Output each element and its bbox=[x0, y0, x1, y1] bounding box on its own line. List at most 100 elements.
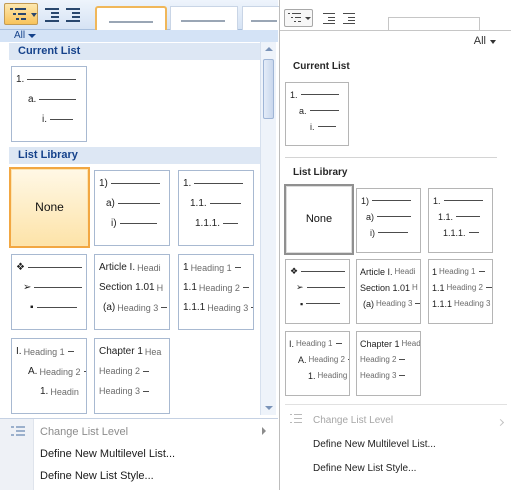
heading-style-label: Headin bbox=[50, 386, 79, 397]
list-style-none-tile[interactable]: None bbox=[284, 184, 354, 255]
list-style-tile[interactable]: 1 Heading 1 1.1 Heading 2 1.1.1 Heading 3 bbox=[178, 254, 254, 330]
filter-bar: All bbox=[0, 30, 278, 42]
tile-row: a. bbox=[28, 94, 77, 105]
increase-indent-icon bbox=[66, 8, 82, 22]
tile-row: i. bbox=[42, 114, 73, 125]
tile-row: 1. Heading bbox=[308, 370, 347, 381]
menu-item-define-list-style[interactable]: Define New List Style... bbox=[313, 463, 416, 474]
placeholder-line bbox=[36, 307, 78, 308]
heading-style-label: Heading 2 bbox=[446, 283, 483, 293]
placeholder-line bbox=[119, 223, 157, 224]
multilevel-list-button[interactable] bbox=[284, 9, 313, 27]
placeholder-line bbox=[194, 183, 244, 184]
placeholder-line bbox=[309, 110, 339, 112]
tile-row: A. Heading 2 bbox=[28, 366, 86, 377]
level-number: 1 bbox=[432, 266, 438, 277]
level-number: a. bbox=[299, 105, 307, 116]
placeholder-line bbox=[234, 267, 241, 268]
tile-row: Heading 2 bbox=[99, 366, 150, 377]
level-number: Article I. bbox=[99, 262, 136, 273]
list-style-tile[interactable]: 1. a. i. bbox=[11, 66, 87, 142]
menu-item-define-multilevel-list[interactable]: Define New Multilevel List... bbox=[40, 448, 175, 460]
list-style-tile[interactable]: I. Heading 1 A. Heading 2 1. Headin bbox=[11, 338, 87, 414]
decrease-indent-button[interactable] bbox=[42, 3, 62, 25]
scroll-up-icon[interactable] bbox=[265, 47, 273, 51]
menu-item-change-list-level[interactable]: Change List Level bbox=[313, 415, 393, 426]
scroll-down-icon[interactable] bbox=[265, 406, 273, 410]
tile-row: a) bbox=[366, 211, 412, 222]
tile-row: Section 1.01 H bbox=[360, 282, 418, 293]
list-style-tile[interactable]: Article I. Headi Section 1.01 H (a) Heading 3 bbox=[356, 259, 421, 324]
list-style-tile[interactable]: 1. 1.1. 1.1.1. bbox=[178, 170, 254, 246]
menu-item-define-multilevel-list[interactable]: Define New Multilevel List... bbox=[313, 439, 436, 450]
level-number: ❖ bbox=[16, 262, 25, 273]
filter-dropdown[interactable]: All bbox=[474, 35, 497, 47]
tile-row: 1 Heading 1 bbox=[183, 262, 241, 273]
list-commands-menu: Change List Level Define New Multilevel … bbox=[0, 418, 278, 490]
tile-row: 1.1.1. bbox=[195, 218, 239, 229]
tile-row: (a) Heading 3 bbox=[363, 298, 420, 309]
scrollbar-thumb[interactable] bbox=[263, 59, 274, 119]
increase-indent-button[interactable] bbox=[340, 9, 358, 27]
tile-row: ➢ bbox=[296, 282, 345, 293]
list-style-none-tile[interactable]: None bbox=[9, 167, 90, 248]
heading-style-label: H bbox=[412, 283, 418, 293]
tile-row: ❖ bbox=[290, 266, 346, 277]
tile-row: 1. bbox=[290, 89, 339, 100]
tile-row: 1.1. bbox=[438, 211, 481, 222]
tile-row: a) bbox=[106, 198, 160, 209]
styles-gallery-item[interactable] bbox=[242, 6, 282, 30]
heading-style-label: H bbox=[156, 282, 164, 293]
list-style-tile[interactable]: 1) a) i) bbox=[94, 170, 170, 246]
heading-style-label: Headi bbox=[394, 267, 416, 277]
tile-row: i) bbox=[370, 227, 409, 238]
tile-row: 1. bbox=[433, 195, 483, 206]
list-style-tile[interactable]: 1) a) i) bbox=[356, 188, 421, 253]
list-style-tile[interactable]: Chapter 1 Hea Heading 2 Heading 3 bbox=[94, 338, 170, 414]
decrease-indent-icon bbox=[45, 8, 61, 22]
list-style-tile[interactable]: Chapter 1 Head Heading 2 Heading 3 bbox=[356, 331, 421, 396]
placeholder-line bbox=[39, 99, 77, 100]
divider bbox=[285, 157, 497, 158]
placeholder-line bbox=[27, 267, 83, 268]
level-number: i. bbox=[310, 121, 315, 132]
menu-item-define-list-style[interactable]: Define New List Style... bbox=[40, 470, 154, 482]
heading-style-label: Heading bbox=[317, 371, 348, 381]
level-number: A. bbox=[28, 366, 38, 377]
tile-row: 1.1 Heading 2 bbox=[183, 282, 249, 293]
menu-item-change-list-level[interactable]: Change List Level bbox=[40, 426, 128, 438]
level-number: Chapter 1 bbox=[99, 346, 143, 357]
list-style-tile[interactable]: 1. 1.1. 1.1.1. bbox=[428, 188, 493, 253]
list-style-tile[interactable]: ❖ ➢ ▪ bbox=[285, 259, 350, 324]
level-number: Section 1.01 bbox=[99, 282, 155, 293]
list-style-tile[interactable]: 1 Heading 1 1.1 Heading 2 1.1.1 Heading 3 bbox=[428, 259, 493, 324]
styles-gallery-item[interactable] bbox=[95, 6, 167, 30]
heading-style-label: Heading 3 bbox=[360, 371, 397, 381]
styles-gallery[interactable] bbox=[388, 17, 480, 31]
placeholder-line bbox=[317, 126, 336, 128]
gallery-scrollbar[interactable] bbox=[260, 42, 276, 415]
decrease-indent-button[interactable] bbox=[320, 9, 338, 27]
tile-label: None bbox=[305, 213, 333, 225]
increase-indent-button[interactable] bbox=[63, 3, 83, 25]
heading-style-label: Heading 1 bbox=[23, 346, 65, 357]
heading-style-label: Heading 1 bbox=[439, 267, 476, 277]
level-number: a. bbox=[28, 94, 37, 105]
list-style-tile[interactable]: I. Heading 1 A. Heading 2 1. Heading bbox=[285, 331, 350, 396]
filter-dropdown[interactable]: All bbox=[14, 30, 37, 42]
styles-gallery-item[interactable] bbox=[170, 6, 238, 30]
list-style-tile[interactable]: 1. a. i. bbox=[285, 82, 349, 146]
level-number: 1. bbox=[40, 386, 49, 397]
tile-row: 1.1.1 Heading 3 bbox=[432, 298, 492, 309]
heading-style-label: Heading 3 bbox=[376, 299, 413, 309]
divider bbox=[285, 404, 507, 405]
placeholder-line bbox=[478, 271, 485, 273]
tile-row: Article I. Headi bbox=[360, 266, 415, 277]
list-style-tile[interactable]: Article I. Headi Section 1.01 H (a) Heading 3 bbox=[94, 254, 170, 330]
level-number: 1.1 bbox=[432, 282, 445, 293]
multilevel-list-button[interactable] bbox=[4, 3, 38, 25]
tile-row: ▪ bbox=[300, 298, 341, 309]
level-number: 1.1.1. bbox=[443, 227, 466, 238]
placeholder-line bbox=[27, 79, 77, 80]
list-style-tile[interactable]: ❖ ➢ ▪ bbox=[11, 254, 87, 330]
